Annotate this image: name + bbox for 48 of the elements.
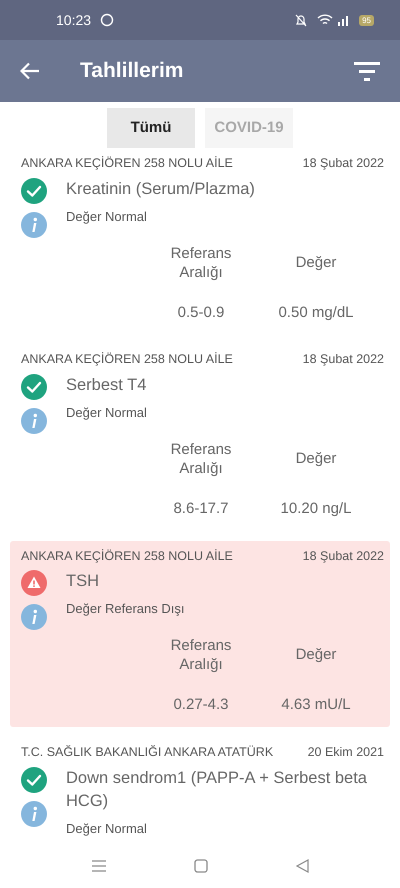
result-status: Değer Normal: [66, 820, 148, 838]
back-arrow-icon[interactable]: [20, 62, 40, 80]
column-header: Değer: [294, 252, 338, 272]
test-name: Down sendrom1 (PAPP-A + Serbest beta HCG): [66, 768, 368, 812]
column-header: Referans Aralığı: [170, 636, 232, 674]
institution-name: ANKARA KEÇİÖREN 258 NOLU AİLE: [21, 548, 233, 565]
result-date: 18 Şubat 2022: [302, 155, 384, 172]
result-date: 18 Şubat 2022: [302, 548, 384, 565]
table-cell-text: 0.27-4.3: [172, 695, 230, 716]
info-icon[interactable]: [21, 212, 47, 238]
check-icon: [21, 766, 47, 792]
result-status: Değer Normal: [66, 208, 148, 226]
column-header: Referans Aralığı: [170, 244, 232, 282]
filter-tab[interactable]: Tümü: [107, 108, 195, 148]
table-cell-text: 4.63 mU/L: [280, 695, 352, 716]
battery-indicator: 95: [359, 14, 374, 26]
test-name: Kreatinin (Serum/Plazma): [66, 178, 255, 200]
institution-name: ANKARA KEÇİÖREN 258 NOLU AİLE: [21, 351, 233, 368]
column-header: Değer: [294, 645, 338, 665]
result-date: 20 Ekim 2021: [308, 744, 384, 761]
home-icon[interactable]: [194, 859, 208, 873]
info-icon[interactable]: [21, 408, 47, 434]
column-header: Referans Aralığı: [170, 440, 232, 478]
table-cell-text: 8.6-17.7: [172, 499, 230, 519]
table-cell-text: 0.5-0.9: [176, 302, 226, 323]
info-icon[interactable]: [21, 800, 47, 826]
page-title: Tahlillerim: [80, 58, 184, 84]
result-card[interactable]: ANKARA KEÇİÖREN 258 NOLU AİLE 18 Şubat 2022 TSH Değer Referans Dışı Referans Aralığı Değer 0.27-4.3 4.63 mU/L: [10, 540, 390, 727]
filter-icon[interactable]: [354, 61, 380, 81]
menu-icon[interactable]: [92, 860, 106, 872]
table-cell-text: 10.20 ng/L: [280, 499, 352, 519]
info-icon[interactable]: [21, 604, 47, 630]
result-date: 18 Şubat 2022: [302, 351, 384, 368]
status-time: 10:23: [56, 10, 92, 30]
check-icon: [21, 374, 47, 400]
table-cell-text: 0.50 mg/dL: [277, 302, 355, 323]
check-icon: [21, 178, 47, 204]
institution-name: T.C. SAĞLIK BAKANLIĞI ANKARA ATATÜRK: [21, 744, 274, 761]
test-name: Serbest T4: [66, 375, 147, 396]
institution-name: ANKARA KEÇİÖREN 258 NOLU AİLE: [21, 155, 233, 172]
result-status: Değer Normal: [66, 404, 147, 422]
back-icon[interactable]: [296, 859, 308, 873]
bell-off-icon: [295, 14, 308, 26]
result-status: Değer Referans Dışı: [66, 600, 184, 618]
wifi-icon: [317, 14, 334, 26]
test-name: TSH: [66, 571, 100, 592]
warning-icon: [21, 570, 47, 596]
column-header: Değer: [294, 448, 338, 469]
